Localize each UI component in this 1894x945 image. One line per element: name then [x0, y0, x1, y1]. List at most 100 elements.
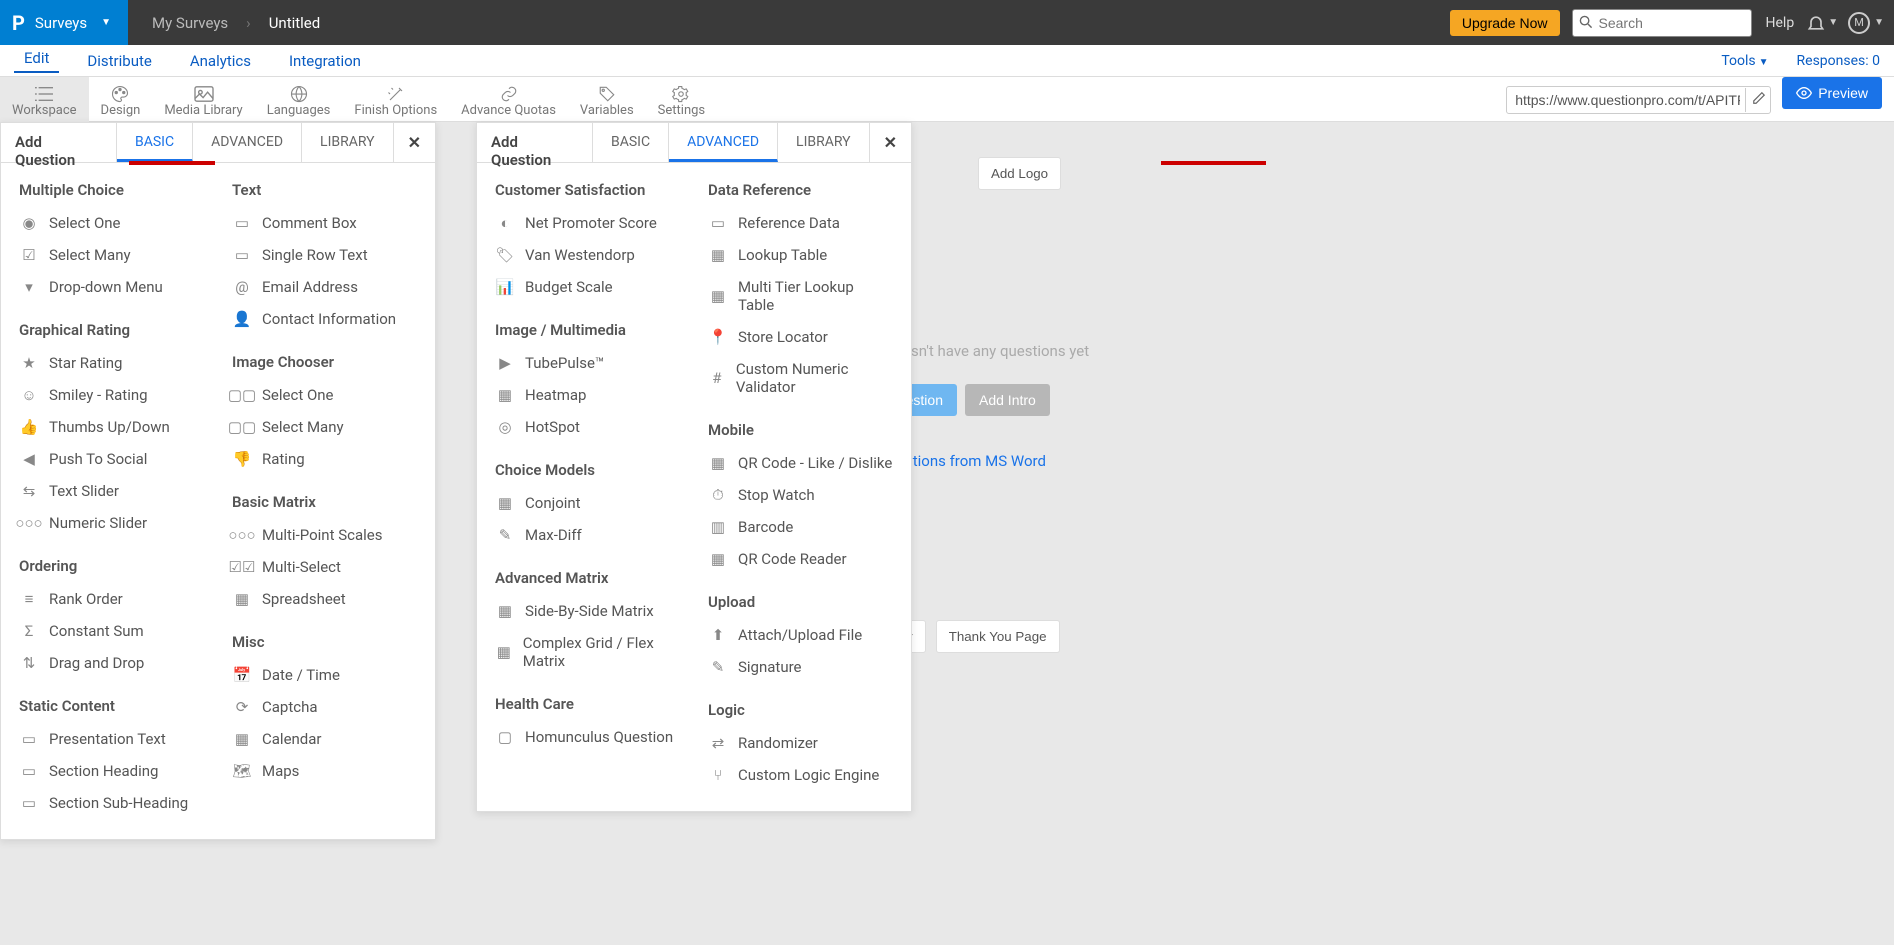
q-section-subheading[interactable]: ▭Section Sub-Heading [11, 787, 212, 819]
search-input[interactable] [1572, 9, 1752, 37]
q-email[interactable]: @Email Address [224, 271, 425, 303]
q-homunculus[interactable]: ▢Homunculus Question [487, 721, 688, 753]
close-button[interactable]: ✕ [393, 123, 435, 162]
q-contact-info[interactable]: 👤Contact Information [224, 303, 425, 335]
q-text-slider[interactable]: ⇆Text Slider [11, 475, 212, 507]
q-signature[interactable]: ✎Signature [700, 651, 901, 683]
q-heatmap[interactable]: ▦Heatmap [487, 379, 688, 411]
tool-row: Workspace Design Media Library Languages… [0, 77, 1894, 122]
thumb-icon: 👍 [19, 418, 39, 436]
preview-button[interactable]: Preview [1782, 77, 1882, 109]
branch-icon: ⑂ [708, 766, 728, 784]
add-logo-button[interactable]: Add Logo [978, 157, 1061, 190]
group-header: Basic Matrix [224, 487, 425, 519]
panel-tab-library[interactable]: LIBRARY [778, 123, 869, 162]
q-barcode[interactable]: ▥Barcode [700, 511, 901, 543]
thank-you-button[interactable]: Thank You Page [936, 620, 1060, 653]
panel-tab-basic[interactable]: BASIC [117, 123, 193, 162]
q-datetime[interactable]: 📅Date / Time [224, 659, 425, 691]
q-captcha[interactable]: ⟳Captcha [224, 691, 425, 723]
q-calendar[interactable]: ▦Calendar [224, 723, 425, 755]
tab-distribute[interactable]: Distribute [77, 52, 161, 70]
q-thumbs[interactable]: 👍Thumbs Up/Down [11, 411, 212, 443]
upgrade-button[interactable]: Upgrade Now [1450, 10, 1560, 36]
q-van-westendorp[interactable]: 🏷Van Westendorp [487, 239, 688, 271]
breadcrumb-current: Untitled [269, 14, 321, 32]
q-img-rating[interactable]: 👎Rating [224, 443, 425, 475]
q-multipoint[interactable]: ○○○Multi-Point Scales [224, 519, 425, 551]
q-constant-sum[interactable]: ΣConstant Sum [11, 615, 212, 647]
q-numeric-slider[interactable]: ○○○Numeric Slider [11, 507, 212, 539]
q-side-by-side[interactable]: ▦Side-By-Side Matrix [487, 595, 688, 627]
q-conjoint[interactable]: ▦Conjoint [487, 487, 688, 519]
q-custom-logic[interactable]: ⑂Custom Logic Engine [700, 759, 901, 791]
q-hotspot[interactable]: ◎HotSpot [487, 411, 688, 443]
q-maxdiff[interactable]: ✎Max-Diff [487, 519, 688, 551]
q-img-select-one[interactable]: ▢▢Select One [224, 379, 425, 411]
q-multiselect-matrix[interactable]: ☑☑Multi-Select [224, 551, 425, 583]
shield-icon: ⟳ [232, 698, 252, 716]
add-intro-button[interactable]: Add Intro [965, 384, 1050, 416]
q-store-locator[interactable]: 📍Store Locator [700, 321, 901, 353]
q-stopwatch[interactable]: ⏱Stop Watch [700, 479, 901, 511]
q-comment-box[interactable]: ▭Comment Box [224, 207, 425, 239]
panel-tab-advanced[interactable]: ADVANCED [193, 123, 302, 162]
checkbox-icon: ☑ [19, 246, 39, 264]
q-budget-scale[interactable]: 📊Budget Scale [487, 271, 688, 303]
panel-tab-library[interactable]: LIBRARY [302, 123, 393, 162]
q-select-many[interactable]: ☑Select Many [11, 239, 212, 271]
q-star-rating[interactable]: ★Star Rating [11, 347, 212, 379]
q-section-heading[interactable]: ▭Section Heading [11, 755, 212, 787]
q-rank-order[interactable]: ≡Rank Order [11, 583, 212, 615]
tool-settings[interactable]: Settings [646, 77, 717, 122]
q-qr-like[interactable]: ▦QR Code - Like / Dislike [700, 447, 901, 479]
q-smiley-rating[interactable]: ☺Smiley - Rating [11, 379, 212, 411]
tab-analytics[interactable]: Analytics [180, 52, 261, 70]
tool-workspace[interactable]: Workspace [0, 77, 89, 122]
tool-languages[interactable]: Languages [255, 77, 343, 122]
user-menu[interactable]: M ▼ [1848, 12, 1884, 34]
q-attach-file[interactable]: ⬆Attach/Upload File [700, 619, 901, 651]
q-numeric-validator[interactable]: #Custom Numeric Validator [700, 353, 901, 403]
q-img-select-many[interactable]: ▢▢Select Many [224, 411, 425, 443]
tab-edit[interactable]: Edit [14, 49, 59, 73]
q-dropdown[interactable]: ▾Drop-down Menu [11, 271, 212, 303]
q-spreadsheet[interactable]: ▦Spreadsheet [224, 583, 425, 615]
q-drag-drop[interactable]: ⇅Drag and Drop [11, 647, 212, 679]
q-lookup-table[interactable]: ▦Lookup Table [700, 239, 901, 271]
brand-dropdown[interactable]: P Surveys ▼ [0, 0, 128, 45]
share-icon: ◀ [19, 450, 39, 468]
notifications-button[interactable]: ▼ [1806, 13, 1838, 33]
responses-count[interactable]: Responses: 0 [1797, 53, 1880, 69]
tool-design[interactable]: Design [89, 77, 153, 122]
tool-finish[interactable]: Finish Options [342, 77, 449, 122]
q-presentation-text[interactable]: ▭Presentation Text [11, 723, 212, 755]
tools-dropdown[interactable]: Tools▼ [1721, 53, 1768, 69]
survey-url-input[interactable] [1506, 86, 1771, 114]
q-nps[interactable]: ◐Net Promoter Score [487, 207, 688, 239]
tool-media[interactable]: Media Library [152, 77, 254, 122]
panel-tab-advanced[interactable]: ADVANCED [669, 123, 778, 162]
edit-url-button[interactable] [1745, 88, 1772, 112]
q-tubepulse[interactable]: ▶TubePulse™ [487, 347, 688, 379]
q-randomizer[interactable]: ⇄Randomizer [700, 727, 901, 759]
pencil-icon [1752, 91, 1766, 105]
q-qr-reader[interactable]: ▦QR Code Reader [700, 543, 901, 575]
tool-variables[interactable]: Variables [568, 77, 646, 122]
tab-integration[interactable]: Integration [279, 52, 371, 70]
q-complex-grid[interactable]: ▦Complex Grid / Flex Matrix [487, 627, 688, 677]
panel-tab-basic[interactable]: BASIC [593, 123, 669, 162]
brand-label: Surveys [35, 14, 87, 32]
q-select-one[interactable]: ◉Select One [11, 207, 212, 239]
close-button[interactable]: ✕ [869, 123, 911, 162]
q-multi-tier-lookup[interactable]: ▦Multi Tier Lookup Table [700, 271, 901, 321]
help-link[interactable]: Help [1766, 15, 1795, 31]
radio-icon: ◉ [19, 214, 39, 232]
q-push-social[interactable]: ◀Push To Social [11, 443, 212, 475]
q-single-row[interactable]: ▭Single Row Text [224, 239, 425, 271]
barcode-icon: ▥ [708, 518, 728, 536]
breadcrumb-root[interactable]: My Surveys [152, 14, 228, 32]
tool-quotas[interactable]: Advance Quotas [449, 77, 568, 122]
q-maps[interactable]: 🗺Maps [224, 755, 425, 787]
q-reference-data[interactable]: ▭Reference Data [700, 207, 901, 239]
